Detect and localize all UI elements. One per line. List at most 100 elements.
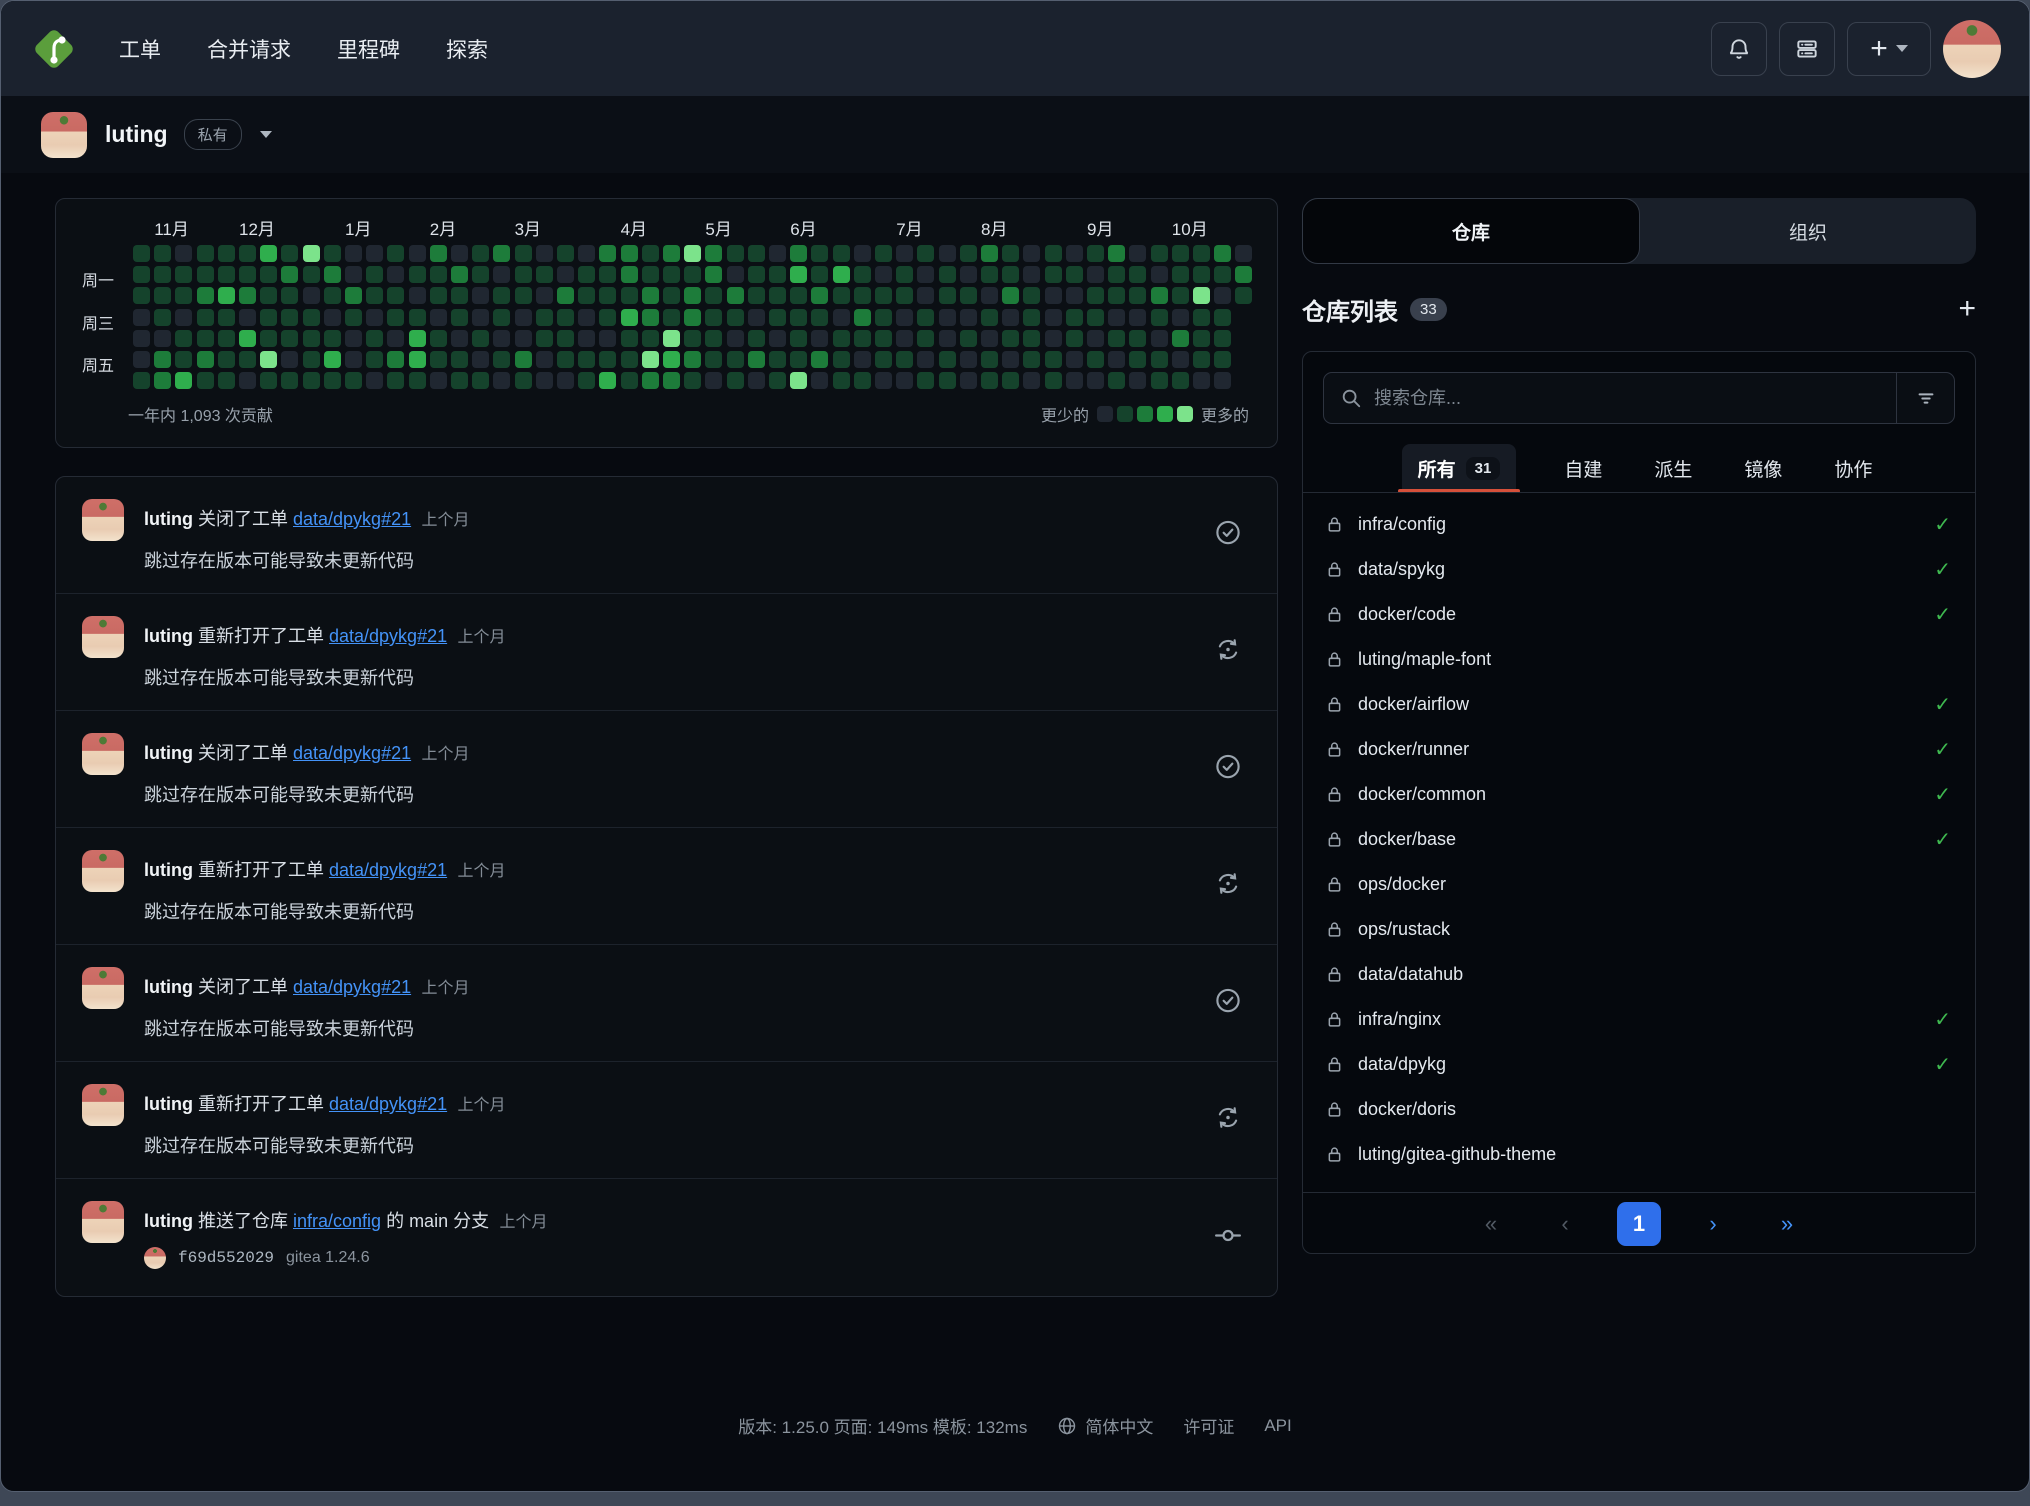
entry-time: 上个月 (417, 980, 469, 997)
heatmap-cell (727, 351, 744, 368)
actor-name[interactable]: luting (144, 977, 193, 997)
commit-sha-link[interactable]: f69d552029 (178, 1249, 274, 1267)
nav-item-0[interactable]: 工单 (119, 34, 161, 64)
contribution-total: 一年内 1,093 次贡献 (128, 402, 273, 426)
repo-filter-2[interactable]: 派生 (1650, 444, 1696, 492)
navbar-menu: 工单 合并请求 里程碑 探索 (119, 34, 488, 64)
heatmap-cell (1023, 245, 1040, 262)
issue-link[interactable]: data/dpykg#21 (293, 977, 411, 997)
actor-avatar[interactable] (82, 499, 124, 541)
nav-item-2[interactable]: 里程碑 (337, 34, 400, 64)
gitea-logo-icon[interactable] (29, 24, 79, 74)
actor-avatar[interactable] (82, 967, 124, 1009)
heatmap-cell (154, 309, 171, 326)
admin-panel-button[interactable] (1779, 22, 1835, 76)
actor-name[interactable]: luting (144, 1211, 193, 1231)
repo-list-item[interactable]: docker/base✓ (1303, 817, 1975, 862)
nav-item-1[interactable]: 合并请求 (207, 34, 291, 64)
actor-avatar[interactable] (82, 733, 124, 775)
pagination-last-button[interactable]: » (1765, 1202, 1809, 1246)
heatmap-month-label: 1月 (345, 215, 371, 240)
heatmap-cell (133, 372, 150, 389)
repo-name: docker/code (1358, 604, 1456, 625)
profile-dropdown-icon[interactable] (260, 131, 272, 138)
repo-list-item[interactable]: docker/common✓ (1303, 772, 1975, 817)
legend-swatch-3 (1157, 406, 1173, 422)
repo-list-item[interactable]: data/datahub (1303, 952, 1975, 997)
profile-avatar[interactable] (41, 112, 87, 158)
language-switcher[interactable]: 简体中文 (1057, 1413, 1153, 1438)
repo-search-input[interactable] (1374, 388, 1896, 409)
lock-icon (1325, 1100, 1344, 1119)
issue-link[interactable]: data/dpykg#21 (329, 626, 447, 646)
actor-name[interactable]: luting (144, 509, 193, 529)
repo-filter-3[interactable]: 镜像 (1740, 444, 1786, 492)
repo-list-item[interactable]: data/spykg✓ (1303, 547, 1975, 592)
actor-avatar[interactable] (82, 1201, 124, 1243)
plus-icon: + (1870, 34, 1888, 64)
actor-avatar[interactable] (82, 850, 124, 892)
filter-icon (1915, 387, 1937, 409)
heatmap-cell (578, 245, 595, 262)
repo-list-item[interactable]: docker/runner✓ (1303, 727, 1975, 772)
actor-name[interactable]: luting (144, 743, 193, 763)
repo-list-item[interactable]: ops/docker (1303, 862, 1975, 907)
heatmap-cell (1066, 372, 1083, 389)
heatmap-cell (472, 287, 489, 304)
api-link[interactable]: API (1264, 1416, 1291, 1436)
sidebar-tab-repositories[interactable]: 仓库 (1302, 198, 1640, 264)
heatmap-cell (833, 287, 850, 304)
repo-list-item[interactable]: ops/rustack (1303, 907, 1975, 952)
notifications-button[interactable] (1711, 22, 1767, 76)
heatmap-cell (960, 372, 977, 389)
repo-list-item[interactable]: infra/config✓ (1303, 502, 1975, 547)
heatmap-cell (769, 330, 786, 347)
license-link[interactable]: 许可证 (1183, 1413, 1234, 1438)
repo-list-item[interactable]: docker/airflow✓ (1303, 682, 1975, 727)
repo-link[interactable]: infra/config (293, 1211, 381, 1231)
issue-link[interactable]: data/dpykg#21 (329, 1094, 447, 1114)
actor-name[interactable]: luting (144, 626, 193, 646)
heatmap-cell (197, 330, 214, 347)
issue-link[interactable]: data/dpykg#21 (293, 743, 411, 763)
heatmap-cell (451, 351, 468, 368)
sidebar-tab-organizations[interactable]: 组织 (1640, 198, 1976, 264)
actor-avatar[interactable] (82, 1084, 124, 1126)
repo-list-item[interactable]: infra/nginx✓ (1303, 997, 1975, 1042)
heatmap-cell (684, 330, 701, 347)
actor-name[interactable]: luting (144, 1094, 193, 1114)
repo-filter-0[interactable]: 所有31 (1402, 444, 1517, 492)
heatmap-cell (1193, 245, 1210, 262)
user-avatar[interactable] (1943, 20, 2001, 78)
feed-entry-title: luting 关闭了工单 data/dpykg#21 上个月 (144, 973, 470, 999)
heatmap-cell (451, 330, 468, 347)
heatmap-cell (409, 245, 426, 262)
repo-name: ops/docker (1358, 874, 1446, 895)
repo-filter-1[interactable]: 自建 (1560, 444, 1606, 492)
issue-link[interactable]: data/dpykg#21 (329, 860, 447, 880)
actor-name[interactable]: luting (144, 860, 193, 880)
repo-list-item[interactable]: data/dpykg✓ (1303, 1042, 1975, 1087)
nav-item-3[interactable]: 探索 (446, 34, 488, 64)
heatmap-cell (599, 245, 616, 262)
add-repo-button[interactable]: + (1958, 294, 1976, 324)
heatmap-cell (536, 266, 553, 283)
repo-list-item[interactable]: luting/maple-font (1303, 637, 1975, 682)
heatmap-cell (896, 309, 913, 326)
repo-list-item[interactable]: luting/gitea-github-theme (1303, 1132, 1975, 1177)
create-new-button[interactable]: + (1847, 22, 1931, 76)
feed-entry-title: luting 重新打开了工单 data/dpykg#21 上个月 (144, 856, 506, 882)
pagination-next-button[interactable]: › (1691, 1202, 1735, 1246)
issue-link[interactable]: data/dpykg#21 (293, 509, 411, 529)
feed-entry: luting 重新打开了工单 data/dpykg#21 上个月跳过存在版本可能… (56, 1062, 1277, 1179)
actor-avatar[interactable] (82, 616, 124, 658)
repo-list-item[interactable]: docker/doris (1303, 1087, 1975, 1132)
heatmap-cell (175, 372, 192, 389)
check-icon: ✓ (1934, 692, 1951, 717)
heatmap-cell (1151, 266, 1168, 283)
pagination-current-page[interactable]: 1 (1617, 1202, 1661, 1246)
repo-filter-button[interactable] (1896, 373, 1954, 423)
repo-filter-4[interactable]: 协作 (1830, 444, 1876, 492)
heatmap-cell (939, 330, 956, 347)
repo-list-item[interactable]: docker/code✓ (1303, 592, 1975, 637)
